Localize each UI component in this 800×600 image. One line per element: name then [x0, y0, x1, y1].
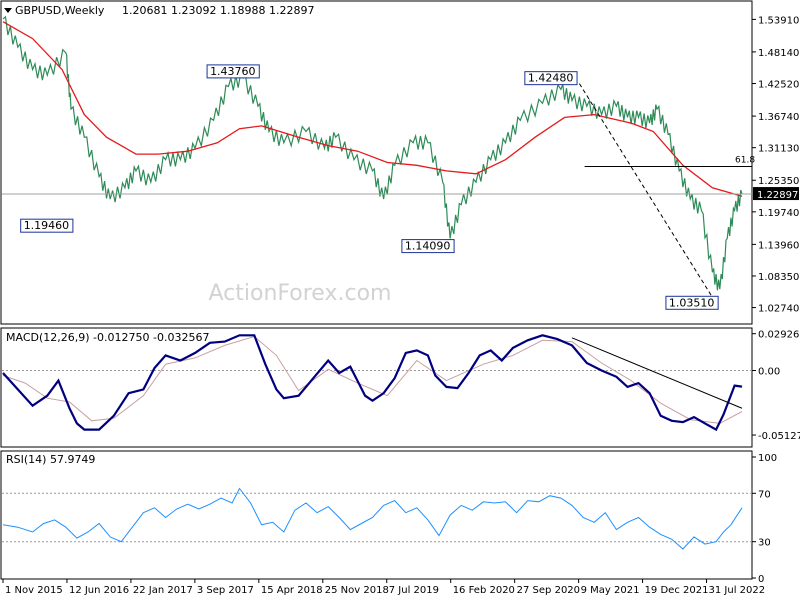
- annotation-label-1: 1.19460: [24, 219, 69, 232]
- price-axis-tick-label-1: 1.48140: [758, 48, 799, 59]
- price-axis-tick-label-5: 1.25350: [758, 176, 799, 187]
- rsi-axis-tick-label-3: 0: [758, 574, 764, 585]
- price-axis-tick-label-4: 1.31130: [758, 144, 799, 155]
- x-tick-label-9: 9 May 2021: [581, 585, 640, 596]
- current-price-badge-label: 1.22897: [757, 190, 798, 201]
- macd-axis-tick-label-0: 0.029261: [758, 330, 800, 341]
- rsi-panel: [0, 450, 753, 580]
- annotation-label-0: 1.43760: [210, 65, 256, 78]
- price-axis-tick-label-3: 1.36740: [758, 112, 799, 123]
- x-tick-label-5: 25 Nov 2018: [325, 585, 389, 596]
- chart-canvas: ActionForex.com GBPUSD,Weekly 1.20681 1.…: [0, 0, 800, 596]
- x-tick-label-4: 15 Apr 2018: [261, 585, 323, 596]
- x-tick-label-8: 27 Sep 2020: [517, 585, 580, 596]
- price-axis-tick-label-0: 1.53910: [758, 15, 799, 26]
- annotation-label-3: 1.42480: [528, 72, 574, 85]
- price-title: GBPUSD,Weekly: [15, 4, 105, 17]
- price-axis-tick-label-7: 1.13960: [758, 240, 799, 251]
- x-axis: 1 Nov 2015 12 Jun 2016 22 Jan 2017 3 Sep 20…: [2, 579, 766, 596]
- price-title-row: GBPUSD,Weekly 1.20681 1.23092 1.18988 1.…: [4, 4, 314, 17]
- annotation-label-2: 1.14090: [405, 240, 451, 253]
- x-tick-label-1: 12 Jun 2016: [69, 585, 129, 596]
- macd-axis-tick-label-1: 0.00: [758, 367, 780, 378]
- x-tick-label-6: 7 Jul 2019: [389, 585, 439, 596]
- ohlc-header: 1.20681 1.23092 1.18988 1.22897: [122, 4, 314, 17]
- rsi-axis-tick-label-0: 100: [758, 453, 777, 464]
- price-axis-tick-label-6: 1.19740: [758, 208, 799, 219]
- fib-level-label: 61.8: [735, 155, 755, 165]
- x-tick-label-11: 31 Jul 2022: [709, 585, 766, 596]
- x-tick-label-2: 22 Jan 2017: [133, 585, 193, 596]
- price-panel: [0, 0, 753, 325]
- rsi-axis-tick-label-1: 70: [758, 489, 771, 500]
- macd-axis-tick-label-2: -0.051279: [758, 431, 800, 442]
- price-axis-tick-label-2: 1.42520: [758, 80, 799, 91]
- macd-title: MACD(12,26,9) -0.012750 -0.032567: [6, 331, 209, 344]
- rsi-title: RSI(14) 57.9749: [6, 453, 95, 466]
- x-tick-label-7: 16 Feb 2020: [453, 585, 515, 596]
- rsi-axis-tick-label-2: 30: [758, 538, 771, 549]
- x-tick-label-0: 1 Nov 2015: [5, 585, 63, 596]
- annotation-label-4: 1.03510: [669, 296, 715, 309]
- price-axis-tick-label-8: 1.08350: [758, 272, 799, 283]
- x-tick-label-10: 19 Dec 2021: [645, 585, 709, 596]
- watermark: ActionForex.com: [209, 281, 392, 306]
- x-tick-label-3: 3 Sep 2017: [197, 585, 254, 596]
- price-axis-tick-label-9: 1.02740: [758, 304, 799, 315]
